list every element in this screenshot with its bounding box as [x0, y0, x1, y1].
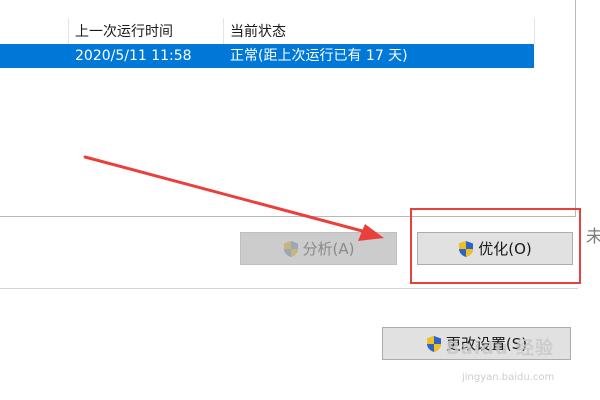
- watermark-brand: Baidu 经验: [446, 338, 555, 359]
- watermark-url: jingyan.baidu.com: [462, 372, 555, 383]
